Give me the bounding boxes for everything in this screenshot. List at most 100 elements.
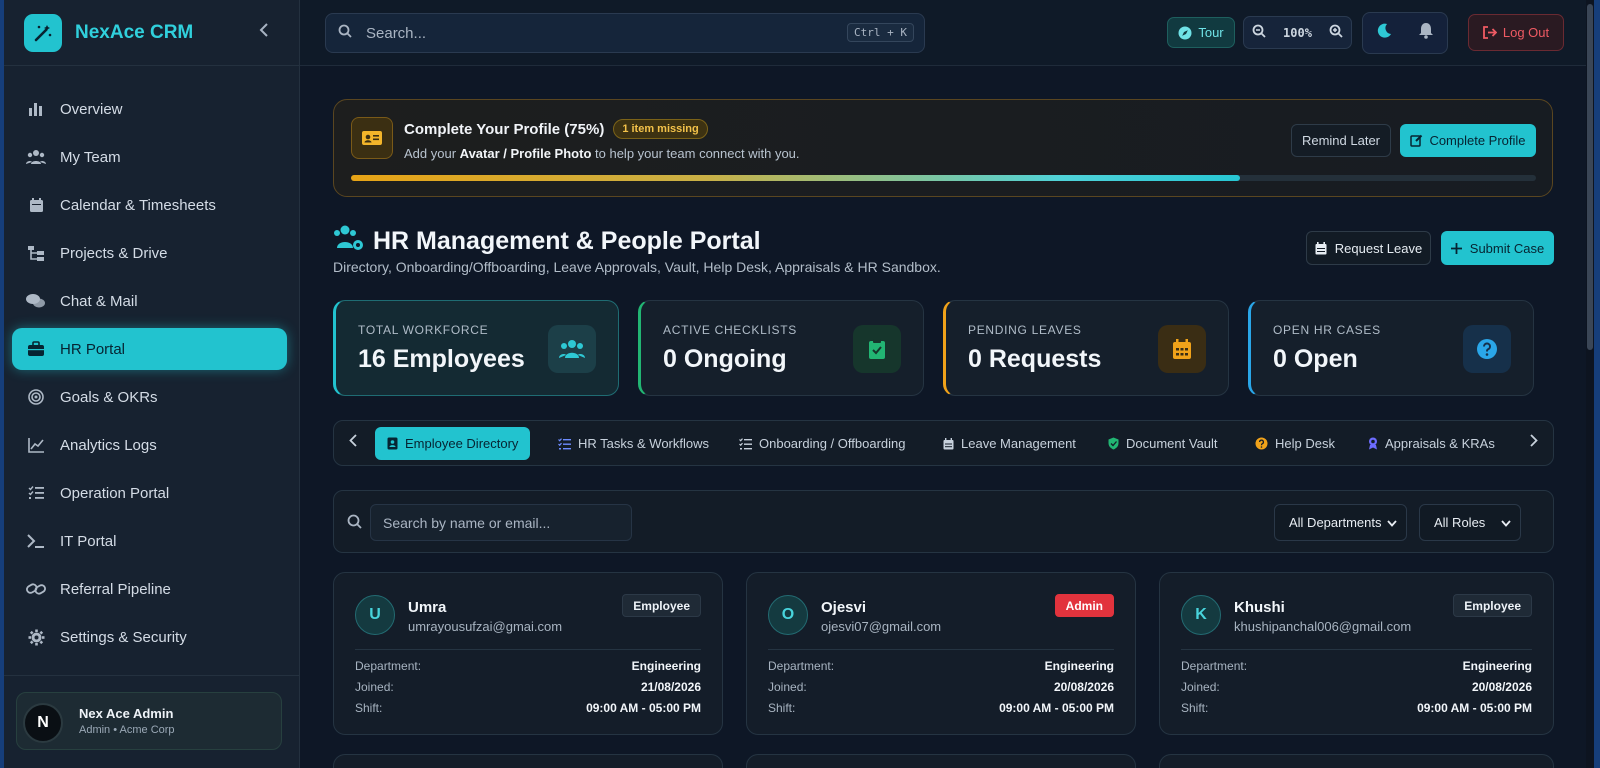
sidebar-item-referral[interactable]: Referral Pipeline xyxy=(12,568,287,610)
sitemap-icon xyxy=(25,243,47,263)
tab-hr-tasks[interactable]: HR Tasks & Workflows xyxy=(546,427,721,460)
role-select[interactable]: All Roles xyxy=(1419,504,1521,541)
app-name: NexAce CRM xyxy=(75,21,194,43)
employee-email: umrayousufzai@gmai.com xyxy=(408,619,563,634)
employee-card-next xyxy=(333,754,723,768)
terminal-icon xyxy=(25,531,47,551)
tab-onboarding[interactable]: Onboarding / Offboarding xyxy=(727,427,917,460)
complete-profile-label: Complete Profile xyxy=(1429,133,1526,148)
profile-sub-prefix: Add your xyxy=(404,146,457,161)
profile-sub-suffix: to help your team connect with you. xyxy=(595,146,800,161)
user-name: Nex Ace Admin xyxy=(79,706,174,721)
calendar-icon xyxy=(25,195,47,215)
tab-employee-directory[interactable]: Employee Directory xyxy=(375,427,531,460)
page-title-text: HR Management & People Portal xyxy=(373,227,761,255)
shift-key: Shift: xyxy=(1181,701,1209,715)
shield-icon xyxy=(1108,437,1119,450)
line-chart-icon xyxy=(25,435,47,455)
award-icon xyxy=(1368,437,1378,450)
department-row: Department: Engineering xyxy=(1181,659,1532,673)
profile-progress-fill xyxy=(351,175,1240,181)
tasks-icon xyxy=(558,437,571,450)
plus-icon xyxy=(1450,242,1462,254)
search-icon xyxy=(347,514,362,534)
profile-title-text: Complete Your Profile (75%) xyxy=(404,120,605,138)
request-leave-label: Request Leave xyxy=(1334,240,1423,256)
tab-appraisals[interactable]: Appraisals & KRAs xyxy=(1356,427,1507,460)
department-select[interactable]: All Departments xyxy=(1274,504,1407,541)
logout-button[interactable]: Log Out xyxy=(1468,14,1564,51)
bar-chart-icon xyxy=(25,99,47,119)
sidebar-item-overview[interactable]: Overview xyxy=(12,88,287,130)
stat-card-checklists[interactable]: ACTIVE CHECKLISTS 0 Ongoing xyxy=(638,300,924,396)
avatar[interactable]: N xyxy=(23,703,63,743)
user-role: Admin • Acme Corp xyxy=(79,724,175,736)
avatar: O xyxy=(768,595,808,635)
global-search[interactable]: Search... Ctrl + K xyxy=(325,13,925,53)
list-check-icon xyxy=(25,483,47,503)
role-badge: Employee xyxy=(1453,594,1532,617)
request-leave-button[interactable]: Request Leave xyxy=(1306,231,1431,265)
sidebar-item-label: Overview xyxy=(60,100,123,118)
stat-label: OPEN HR CASES xyxy=(1273,323,1381,337)
sidebar-divider xyxy=(0,675,300,676)
sidebar: NexAce CRM Overview My Team Calendar & T… xyxy=(0,0,300,768)
sidebar-item-label: Analytics Logs xyxy=(60,436,157,454)
employee-card[interactable]: O Ojesvi ojesvi07@gmail.com Admin Depart… xyxy=(746,572,1136,735)
employee-name: Umra xyxy=(408,599,447,616)
sidebar-item-calendar[interactable]: Calendar & Timesheets xyxy=(12,184,287,226)
joined-value: 20/08/2026 xyxy=(1053,680,1114,694)
topbar: Search... Ctrl + K Tour 100% Log Out xyxy=(300,0,1600,66)
tour-button[interactable]: Tour xyxy=(1167,17,1235,48)
tabs-scroll-left-icon[interactable] xyxy=(349,434,357,451)
sidebar-item-goals[interactable]: Goals & OKRs xyxy=(12,376,287,418)
submit-case-button[interactable]: Submit Case xyxy=(1441,231,1554,265)
employee-card[interactable]: K Khushi khushipanchal006@gmail.com Empl… xyxy=(1159,572,1554,735)
search-icon xyxy=(338,24,352,43)
link-icon xyxy=(25,579,47,599)
collapse-sidebar-icon[interactable] xyxy=(259,22,269,43)
divider xyxy=(1181,649,1532,650)
page-subtitle: Directory, Onboarding/Offboarding, Leave… xyxy=(333,259,941,275)
search-input[interactable]: Search... xyxy=(366,25,426,42)
tab-help-desk[interactable]: Help Desk xyxy=(1243,427,1347,460)
sidebar-item-my-team[interactable]: My Team xyxy=(12,136,287,178)
shift-row: Shift: 09:00 AM - 05:00 PM xyxy=(768,701,1114,715)
sidebar-item-label: Projects & Drive xyxy=(60,244,168,262)
tab-leave-management[interactable]: Leave Management xyxy=(931,427,1088,460)
bell-icon[interactable] xyxy=(1418,22,1434,44)
sidebar-item-analytics[interactable]: Analytics Logs xyxy=(12,424,287,466)
shift-value: 09:00 AM - 05:00 PM xyxy=(999,701,1114,715)
wand-logo-icon[interactable] xyxy=(24,13,62,52)
logout-label: Log Out xyxy=(1502,25,1550,40)
role-badge: Admin xyxy=(1054,594,1114,617)
clipboard-check-icon xyxy=(853,325,901,373)
sidebar-item-label: Settings & Security xyxy=(60,628,187,646)
moon-icon[interactable] xyxy=(1376,23,1392,44)
stat-card-workforce[interactable]: TOTAL WORKFORCE 16 Employees xyxy=(333,300,619,396)
joined-row: Joined: 20/08/2026 xyxy=(1181,680,1532,694)
sidebar-item-it-portal[interactable]: IT Portal xyxy=(12,520,287,562)
edit-icon xyxy=(1410,134,1423,147)
department-key: Department: xyxy=(1181,659,1248,673)
sidebar-item-hr-portal[interactable]: HR Portal xyxy=(12,328,287,370)
scrollbar-thumb[interactable] xyxy=(1587,4,1593,350)
zoom-out-icon[interactable] xyxy=(1252,24,1266,41)
remind-later-button[interactable]: Remind Later xyxy=(1291,124,1391,157)
complete-profile-button[interactable]: Complete Profile xyxy=(1400,124,1536,157)
employee-search-input[interactable]: Search by name or email... xyxy=(370,504,632,541)
sidebar-item-projects[interactable]: Projects & Drive xyxy=(12,232,287,274)
stat-card-leaves[interactable]: PENDING LEAVES 0 Requests xyxy=(943,300,1229,396)
zoom-in-icon[interactable] xyxy=(1329,24,1343,41)
employee-card[interactable]: U Umra umrayousufzai@gmai.com Employee D… xyxy=(333,572,723,735)
sidebar-item-operation-portal[interactable]: Operation Portal xyxy=(12,472,287,514)
employee-name: Ojesvi xyxy=(821,599,867,616)
tab-document-vault[interactable]: Document Vault xyxy=(1096,427,1230,460)
stat-card-hr-cases[interactable]: OPEN HR CASES 0 Open xyxy=(1248,300,1534,396)
user-card[interactable]: N Nex Ace Admin Admin • Acme Corp xyxy=(16,692,282,750)
sidebar-item-settings[interactable]: Settings & Security xyxy=(12,616,287,658)
sidebar-item-chat[interactable]: Chat & Mail xyxy=(12,280,287,322)
joined-key: Joined: xyxy=(355,680,394,694)
page-scrollbar[interactable] xyxy=(1586,0,1594,768)
tabs-scroll-right-icon[interactable] xyxy=(1530,434,1538,451)
